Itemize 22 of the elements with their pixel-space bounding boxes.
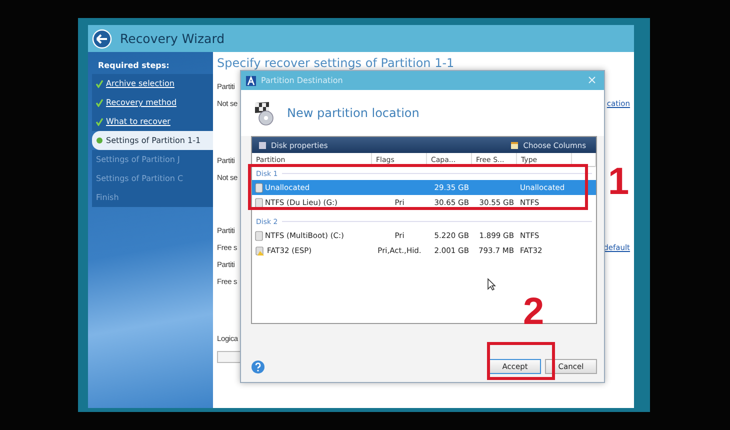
app-logo-icon [246,76,256,86]
sidebar-step[interactable]: Archive selection [92,74,213,93]
highlight-frame [487,342,555,380]
sidebar-heading: Required steps: [97,60,170,72]
dialog-title: Partition Destination [261,76,344,85]
drive-icon [255,230,263,240]
drive-warning-icon [255,246,265,256]
check-icon [96,98,103,106]
columns-icon [510,140,520,150]
sidebar-step[interactable]: Settings of Partition 1-1 [92,131,213,150]
check-icon [96,80,103,88]
dot-icon [96,137,103,144]
check-icon [96,118,103,126]
sidebar-step[interactable]: Recovery method [92,93,213,112]
window-title: Recovery Wizard [120,31,225,46]
mouse-cursor-icon [487,278,496,291]
step-number: 2 [523,293,544,331]
step-number: 1 [608,163,630,201]
page-heading: Specify recover settings of Partition 1-1 [217,56,456,70]
help-icon[interactable] [251,360,265,374]
dialog-heading: New partition location [287,106,420,120]
sidebar-step[interactable]: What to recover [92,112,213,131]
